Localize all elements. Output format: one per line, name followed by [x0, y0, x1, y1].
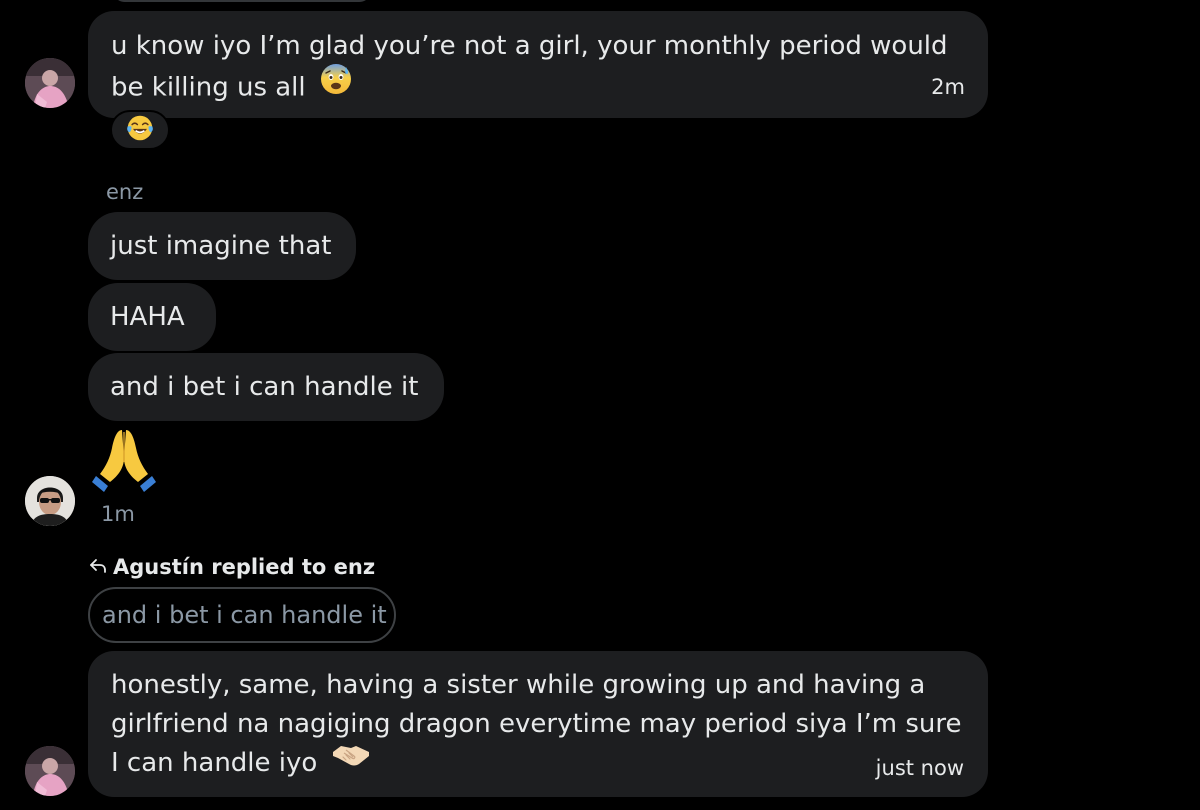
message-text-fragment: I can handle iyo [111, 748, 318, 778]
avatar-agustin[interactable] [25, 58, 75, 108]
message-text-line: be killing us all [111, 63, 352, 110]
message-timestamp: just now [875, 756, 964, 780]
message-text-fragment: be killing us all [111, 72, 306, 103]
message-bubble[interactable]: u know iyo I’m glad you’re not a girl, y… [88, 11, 988, 118]
avatar-enz[interactable] [25, 476, 75, 526]
message-timestamp: 2m [931, 75, 965, 99]
message-text: HAHA [110, 302, 185, 332]
quoted-message[interactable]: and i bet i can handle it [88, 587, 396, 643]
message-bubble[interactable]: and i bet i can handle it [88, 353, 444, 421]
message-text-line: I can handle iyo [111, 744, 370, 783]
message-text: just imagine that [110, 231, 332, 261]
message-text-line: honestly, same, having a sister while gr… [111, 670, 926, 700]
face-with-tears-of-joy-icon [126, 114, 154, 146]
handshake-icon [332, 741, 370, 780]
reply-arrow-icon [89, 555, 107, 579]
reaction-pill[interactable] [110, 110, 170, 150]
message-bubble[interactable]: HAHA [88, 283, 216, 351]
folded-hands-icon[interactable] [92, 424, 156, 498]
message-text-line: girlfriend na nagiging dragon everytime … [111, 709, 962, 739]
reply-header: Agustín replied to enz [89, 555, 375, 579]
anxious-face-with-sweat-icon [320, 63, 352, 107]
previous-bubble-edge [112, 0, 372, 2]
quoted-message-text: and i bet i can handle it [102, 601, 387, 629]
reply-header-text: Agustín replied to enz [113, 555, 376, 579]
message-timestamp: 1m [101, 502, 135, 526]
avatar-agustin[interactable] [25, 746, 75, 796]
message-bubble[interactable]: just imagine that [88, 212, 356, 280]
message-text: and i bet i can handle it [110, 372, 419, 402]
message-bubble[interactable]: honestly, same, having a sister while gr… [88, 651, 988, 797]
message-text-line: u know iyo I’m glad you’re not a girl, y… [111, 31, 948, 61]
sender-name: enz [106, 180, 144, 204]
